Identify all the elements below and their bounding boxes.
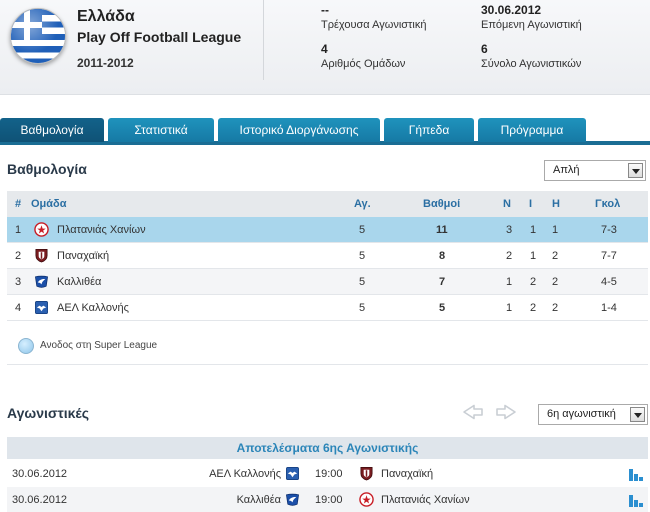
match-home-team[interactable]: Καλλιθέα (237, 487, 281, 512)
row-drawn: 2 (530, 276, 537, 288)
row-goals: 7-7 (601, 250, 617, 262)
col-points[interactable]: Βαθμοί (423, 191, 460, 217)
match-time: 19:00 (315, 494, 343, 506)
match-away-team[interactable]: Πλατανιάς Χανίων (381, 487, 470, 512)
match-time: 19:00 (315, 468, 343, 480)
col-team[interactable]: Ομάδα (31, 191, 66, 217)
total-rounds-label: Σύνολο Αγωνιστικών (481, 58, 582, 70)
maroon-shield-crest-icon (359, 466, 374, 481)
row-played: 5 (359, 276, 366, 288)
row-team[interactable]: Καλλιθέα (57, 269, 101, 295)
row-points: 7 (439, 276, 446, 288)
standings-view-select[interactable]: Απλή (544, 160, 646, 181)
row-drawn: 2 (530, 302, 537, 314)
round-select-value: 6η αγωνιστική (547, 408, 616, 420)
row-points: 8 (439, 250, 446, 262)
tab-history[interactable]: Ιστορικό Διοργάνωσης (218, 118, 380, 142)
match-date: 30.06.2012 (12, 468, 68, 480)
col-pos: # (15, 198, 22, 210)
header-divider (263, 0, 264, 80)
row-pos: 4 (15, 302, 22, 314)
table-row[interactable]: 4 ΑΕΛ Καλλονής 5 5 1 2 2 1-4 (7, 295, 648, 321)
table-row[interactable]: 1 Πλατανιάς Χανίων 5 11 3 1 1 7-3 (7, 217, 648, 243)
row-pos: 1 (15, 224, 22, 236)
tab-standings[interactable]: Βαθμολογία (0, 118, 104, 142)
next-round-arrow-icon[interactable] (495, 404, 517, 420)
red-star-crest-icon (359, 492, 374, 507)
blue-eagle-crest-icon (34, 300, 49, 315)
match-row[interactable]: 30.06.2012 Καλλιθέα 19:00 Πλατανιάς Χανί… (7, 487, 648, 512)
league-name: Play Off Football League (77, 29, 242, 45)
blue-bird-crest-icon (34, 274, 49, 289)
tab-stadiums[interactable]: Γήπεδα (384, 118, 474, 142)
fixtures-title: Αγωνιστικές (7, 405, 89, 421)
total-rounds-value: 6 (481, 42, 488, 56)
row-goals: 7-3 (601, 224, 617, 236)
season: 2011-2012 (77, 56, 134, 70)
match-stats-icon[interactable] (629, 493, 643, 507)
chevron-down-icon[interactable] (630, 407, 645, 422)
col-drawn[interactable]: Ι (529, 191, 532, 217)
tab-schedule[interactable]: Πρόγραμμα (478, 118, 586, 142)
standings-header-row: # Ομάδα Αγ. Βαθμοί Ν Ι Η Γκολ (7, 191, 648, 217)
row-points: 5 (439, 302, 446, 314)
table-row[interactable]: 3 Καλλιθέα 5 7 1 2 2 4-5 (7, 269, 648, 295)
col-lost[interactable]: Η (552, 191, 560, 217)
round-select[interactable]: 6η αγωνιστική (538, 404, 648, 425)
col-played[interactable]: Αγ. (354, 191, 371, 217)
competition-header: Ελλάδα Play Off Football League 2011-201… (0, 0, 650, 95)
row-won: 2 (506, 250, 513, 262)
row-played: 5 (359, 302, 366, 314)
promotion-legend-text: Ανοδος στη Super League (40, 340, 158, 351)
row-played: 5 (359, 250, 366, 262)
match-stats-icon[interactable] (629, 467, 643, 481)
next-round-label: Επόμενη Αγωνιστική (481, 19, 582, 31)
row-goals: 1-4 (601, 302, 617, 314)
row-lost: 1 (552, 224, 559, 236)
row-lost: 2 (552, 250, 559, 262)
match-home-team[interactable]: ΑΕΛ Καλλονής (209, 461, 281, 487)
row-won: 3 (506, 224, 513, 236)
row-pos: 2 (15, 250, 22, 262)
match-date: 30.06.2012 (12, 494, 68, 506)
row-points: 11 (436, 224, 448, 236)
chevron-down-icon[interactable] (628, 163, 643, 178)
row-drawn: 1 (530, 250, 537, 262)
blue-bird-crest-icon (285, 492, 300, 507)
red-star-crest-icon (34, 222, 49, 237)
teams-count-label: Αριθμός Ομάδων (321, 58, 406, 70)
results-header: Αποτελέσματα 6ης Αγωνιστικής (7, 437, 648, 459)
current-round-value: -- (321, 3, 329, 17)
tab-statistics[interactable]: Στατιστικά (108, 118, 214, 142)
table-row[interactable]: 2 Παναχαϊκή 5 8 2 1 2 7-7 (7, 243, 648, 269)
greece-flag-icon (10, 8, 66, 64)
row-lost: 2 (552, 276, 559, 288)
col-won[interactable]: Ν (503, 191, 511, 217)
row-lost: 2 (552, 302, 559, 314)
row-won: 1 (506, 302, 513, 314)
promotion-marker-icon (18, 338, 34, 354)
row-team[interactable]: Παναχαϊκή (57, 243, 109, 269)
row-played: 5 (359, 224, 366, 236)
match-row[interactable]: 30.06.2012 ΑΕΛ Καλλονής 19:00 Παναχαϊκή (7, 461, 648, 487)
next-round-value: 30.06.2012 (481, 3, 542, 17)
row-won: 1 (506, 276, 513, 288)
row-pos: 3 (15, 276, 22, 288)
maroon-shield-crest-icon (34, 248, 49, 263)
standings-title: Βαθμολογία (7, 161, 87, 177)
blue-eagle-crest-icon (285, 466, 300, 481)
previous-round-arrow-icon[interactable] (462, 404, 484, 420)
row-goals: 4-5 (601, 276, 617, 288)
match-away-team[interactable]: Παναχαϊκή (381, 461, 433, 487)
teams-count-value: 4 (321, 42, 328, 56)
col-goals[interactable]: Γκολ (595, 191, 620, 217)
country-name: Ελλάδα (77, 8, 135, 25)
row-drawn: 1 (530, 224, 537, 236)
row-team[interactable]: ΑΕΛ Καλλονής (57, 295, 129, 321)
tab-bar: Βαθμολογία Στατιστικά Ιστορικό Διοργάνωσ… (0, 118, 650, 145)
standings-view-value: Απλή (553, 164, 580, 176)
current-round-label: Τρέχουσα Αγωνιστική (321, 19, 427, 31)
row-team[interactable]: Πλατανιάς Χανίων (57, 217, 146, 243)
